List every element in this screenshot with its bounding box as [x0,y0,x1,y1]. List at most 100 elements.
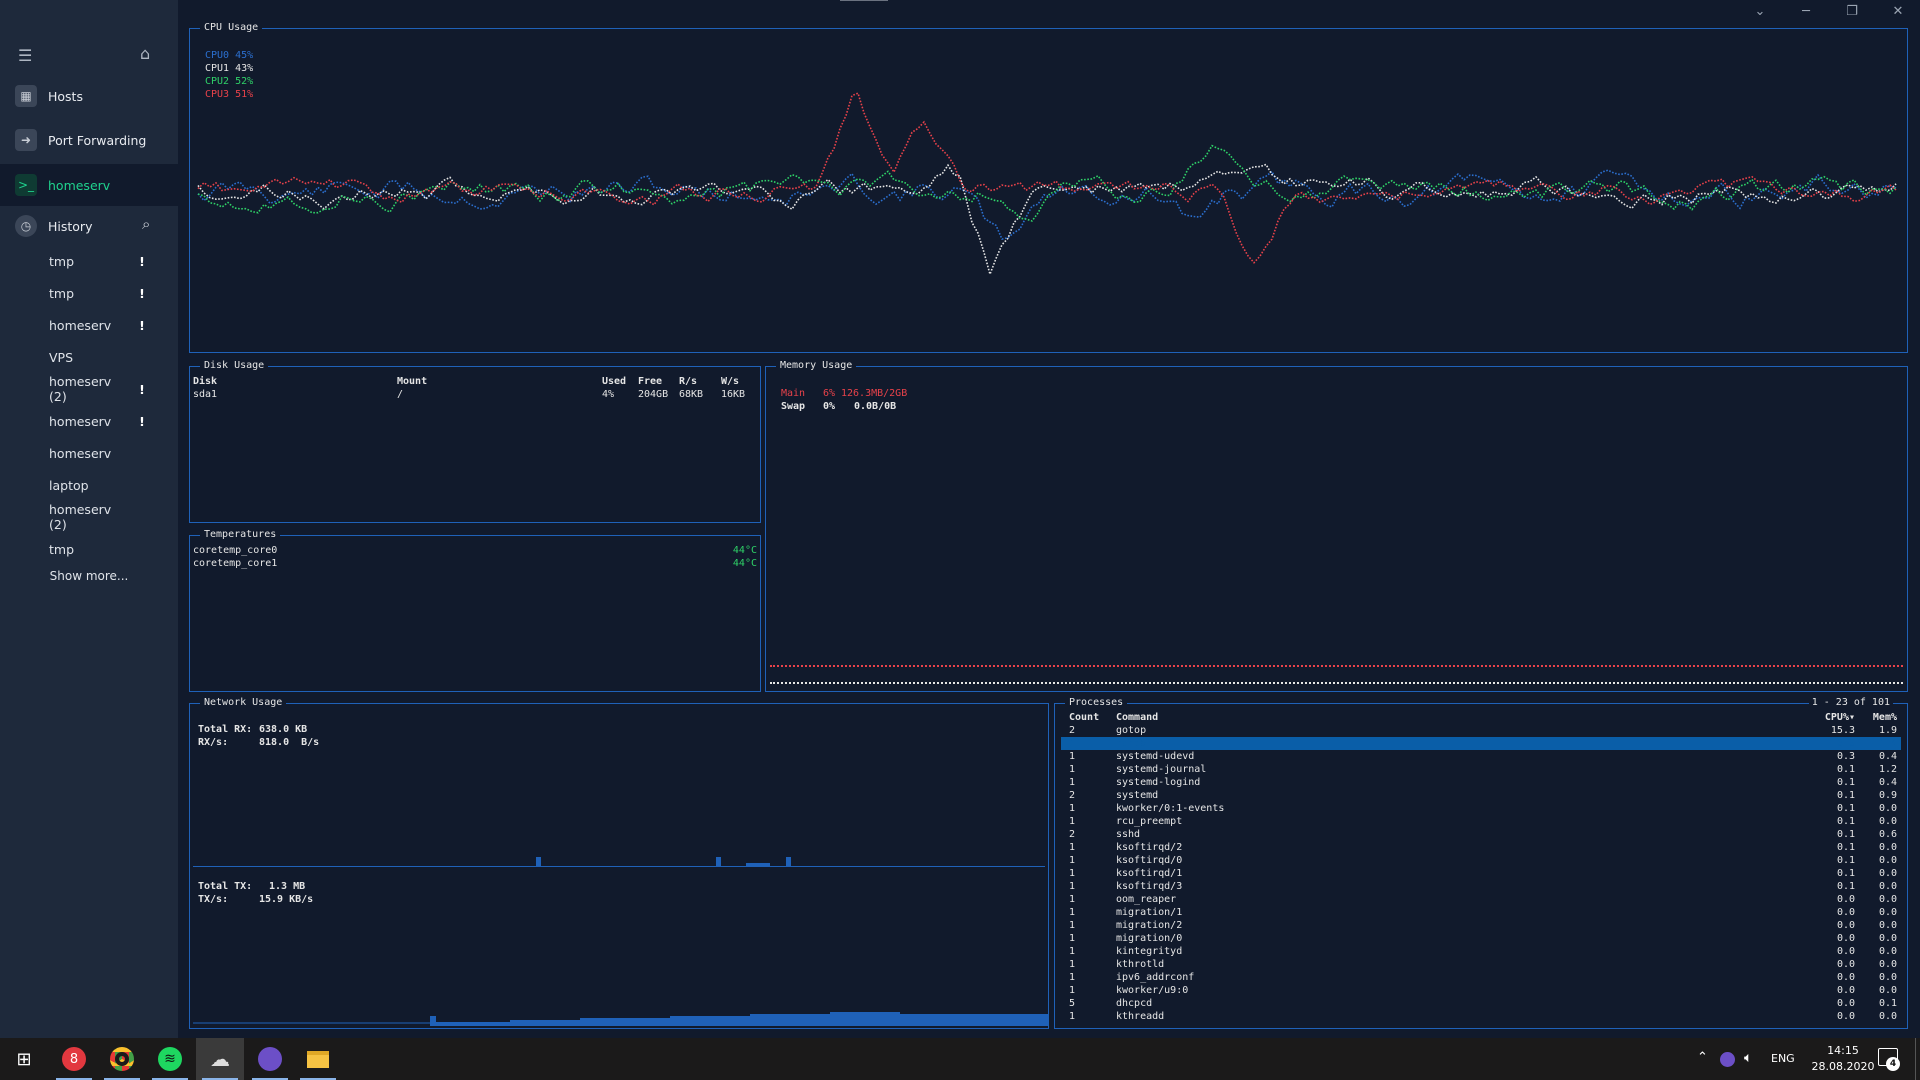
process-row[interactable]: 1 ksoftirqd/1 0.1 0.0 [1061,867,1901,880]
temp-sensor-value: 44°C [732,545,757,556]
history-item[interactable]: homeserv [0,437,178,469]
history-item[interactable]: homeserv (2) [0,501,178,533]
restore-icon[interactable]: ❐ [1840,2,1864,22]
process-row[interactable]: 1 ksoftirqd/0 0.1 0.0 [1061,854,1901,867]
taskbar-termius[interactable]: ☁ [196,1038,244,1080]
process-count: 1 [1069,920,1076,931]
history-item[interactable]: tmp [0,533,178,565]
process-mem: 0.4 [1878,751,1897,762]
history-item[interactable]: tmp! [0,245,178,277]
sidebar-item-label: Port Forwarding [48,132,147,148]
history-item[interactable]: homeserv (2)! [0,373,178,405]
chevron-up-icon[interactable]: ⌃ [1697,1050,1708,1065]
process-cpu: 0.3 [1836,751,1855,762]
search-icon[interactable]: ⌕ [142,215,150,233]
process-count: 1 [1069,1011,1076,1022]
home-icon[interactable]: ⌂ [140,44,150,63]
process-row[interactable]: 2 systemd 0.1 0.9 [1061,789,1901,802]
chevron-down-icon[interactable]: ⌄ [1748,2,1772,22]
process-row[interactable]: 1 kworker/u9:0 0.0 0.0 [1061,984,1901,997]
temp-sensor-name: coretemp_core0 [193,545,278,556]
history-item-label: homeserv [49,317,112,333]
memory-main-percent: 6% [823,388,836,399]
taskbar-chrome[interactable] [98,1038,146,1080]
disk-mount: / [397,389,404,400]
process-row[interactable]: 1 kworker/0:1-events 0.1 0.0 [1061,802,1901,815]
process-row[interactable]: 1 oom_reaper 0.0 0.0 [1061,893,1901,906]
process-row[interactable]: 1 ksoftirqd/2 0.1 0.0 [1061,841,1901,854]
process-range: 1 - 23 of 101 [1808,697,1893,709]
history-item[interactable]: homeserv! [0,309,178,341]
count-column-header[interactable]: Count [1069,711,1099,724]
process-row-selected[interactable]: 1 mandb 6.0 1.4 [1061,737,1901,750]
process-row[interactable]: 1 systemd-udevd 0.3 0.4 [1061,750,1901,763]
process-mem: 0.0 [1878,972,1897,983]
process-count: 1 [1069,777,1076,788]
history-item[interactable]: laptop [0,469,178,501]
minimize-icon[interactable]: ─ [1794,2,1818,22]
sidebar-item-hosts[interactable]: ▦ Hosts [0,80,178,112]
process-cpu: 0.0 [1836,959,1855,970]
process-row[interactable]: 1 rcu_preempt 0.1 0.0 [1061,815,1901,828]
cpu-graph [197,92,1897,277]
sidebar-item-port-forwarding[interactable]: ➜ Port Forwarding [0,124,178,156]
command-column-header[interactable]: Command [1116,711,1158,724]
process-row[interactable]: 1 kthrotld 0.0 0.0 [1061,958,1901,971]
rx-bar [786,857,791,866]
process-row[interactable]: 1 kthreadd 0.0 0.0 [1061,1010,1901,1023]
process-cpu: 0.0 [1836,985,1855,996]
process-row[interactable]: 1 migration/1 0.0 0.0 [1061,906,1901,919]
process-row[interactable]: 1 ksoftirqd/3 0.1 0.0 [1061,880,1901,893]
process-command: ksoftirqd/1 [1116,868,1183,879]
clock-date[interactable]: 28.08.2020 [1805,1060,1881,1073]
history-item[interactable]: tmp! [0,277,178,309]
tray-vpn-icon[interactable] [1720,1052,1735,1067]
tx-total-label: Total TX: [198,881,253,892]
taskbar-explorer[interactable] [294,1038,342,1080]
process-row[interactable]: 1 migration/0 0.0 0.0 [1061,932,1901,945]
language-indicator[interactable]: ENG [1771,1052,1795,1065]
process-row[interactable]: 1 ipv6_addrconf 0.0 0.0 [1061,971,1901,984]
sidebar-item-homeserv[interactable]: >_ homeserv [0,164,178,206]
start-button[interactable]: ⊞ [0,1038,48,1080]
taskbar-spotify[interactable]: ≋ [146,1038,194,1080]
process-cpu: 0.0 [1836,894,1855,905]
process-count: 1 [1069,764,1076,775]
show-desktop-button[interactable] [1915,1038,1920,1080]
process-mem: 0.0 [1878,881,1897,892]
temp-sensor-value: 44°C [732,558,757,569]
process-row[interactable]: 2 sshd 0.1 0.6 [1061,828,1901,841]
history-icon: ◷ [15,215,37,237]
close-icon[interactable]: ✕ [1886,2,1910,22]
cloud-icon: ☁ [210,1047,230,1071]
taskbar-vpn[interactable] [246,1038,294,1080]
disk-read-rate: 68KB [679,389,704,400]
clock-time[interactable]: 14:15 [1821,1044,1865,1057]
process-row[interactable]: 5 dhcpcd 0.0 0.1 [1061,997,1901,1010]
rx-total-value: 638.0 KB [259,724,308,735]
process-count: 1 [1069,946,1076,957]
tx-rate-value: 15.9 KB/s [259,894,314,905]
cpu-column-header[interactable]: CPU%▾ [1825,711,1855,724]
show-more-link[interactable]: Show more... [0,569,178,583]
menu-icon[interactable]: ☰ [18,46,32,65]
process-row[interactable]: 2 gotop 15.3 1.9 [1061,724,1901,737]
process-row[interactable]: 1 systemd-journal 0.1 1.2 [1061,763,1901,776]
rx-total-label: Total RX: [198,724,253,735]
process-mem: 0.0 [1878,816,1897,827]
process-row[interactable]: 1 systemd-logind 0.1 0.4 [1061,776,1901,789]
process-row[interactable]: 1 migration/2 0.0 0.0 [1061,919,1901,932]
process-command: ksoftirqd/2 [1116,842,1183,853]
history-item[interactable]: VPS [0,341,178,373]
process-count: 5 [1069,998,1076,1009]
volume-icon[interactable]: 🔈︎ [1744,1050,1752,1066]
history-item[interactable]: homeserv! [0,405,178,437]
process-count: 1 [1069,816,1076,827]
tx-rate-label: TX/s: [198,894,229,905]
history-item-label: homeserv (2) [49,502,112,532]
mem-column-header[interactable]: Mem% [1873,711,1897,724]
process-count: 1 [1069,959,1076,970]
process-row[interactable]: 1 kintegrityd 0.0 0.0 [1061,945,1901,958]
memory-usage-panel: Memory Usage Main 6% 126.3MB/2GB Swap 0%… [765,360,1908,692]
taskbar-app-1[interactable]: 8 [50,1038,98,1080]
